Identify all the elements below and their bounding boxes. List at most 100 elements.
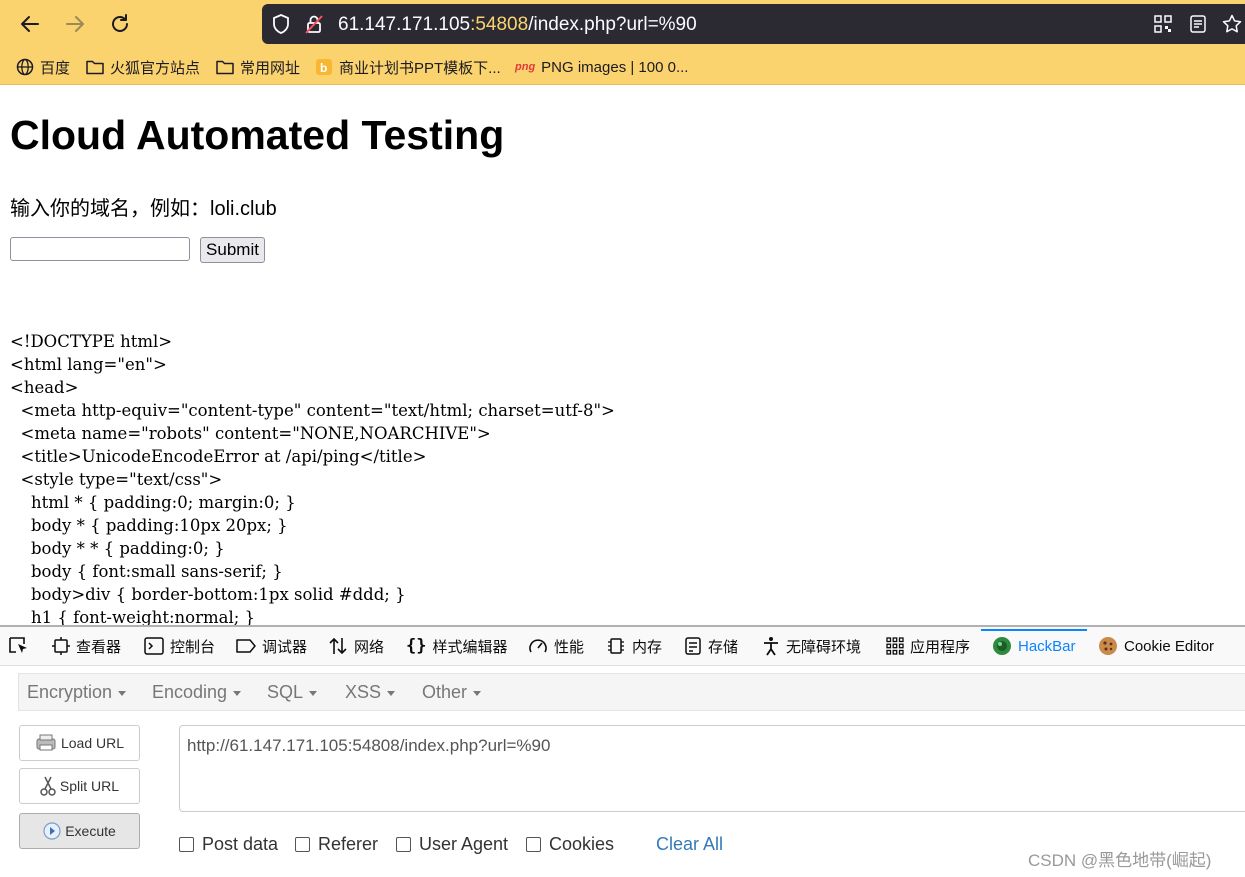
tab-label: 无障碍环境 [786,638,862,656]
code-line: <meta name="robots" content="NONE,NOARCH… [10,424,491,443]
tab-network[interactable]: 网络 [328,627,384,665]
tab-style-editor[interactable]: {} 样式编辑器 [406,627,508,665]
network-arrows-icon [329,637,347,655]
back-button[interactable] [17,11,43,37]
devtools-tab-bar: 查看器 控制台 调试器 网络 {} 样式编辑器 性能 内存 存储 无障碍环境 应… [0,627,1245,666]
tab-performance[interactable]: 性能 [528,627,584,665]
menu-label: Encoding [152,682,228,702]
bookmark-ppt-templates[interactable]: b 商业计划书PPT模板下... [315,56,501,78]
element-picker-button[interactable] [8,627,30,665]
bookmark-label: 火狐官方站点 [110,59,201,77]
code-line: <!DOCTYPE html> [10,332,173,351]
insecure-lock-icon[interactable] [304,14,324,34]
code-line: body { font:small sans-serif; } [10,562,283,581]
reload-button[interactable] [107,11,133,37]
gauge-icon [529,639,547,653]
bookmark-png-images[interactable]: png PNG images | 100 0... [515,56,688,78]
submit-button[interactable]: Submit [200,237,265,263]
button-label: Split URL [59,778,120,794]
console-icon [144,637,164,655]
url-port: :54808 [470,14,529,35]
load-url-icon [36,734,56,751]
hackbar-logo-icon [993,637,1011,655]
menu-sql[interactable]: SQL [267,682,318,703]
tab-storage[interactable]: 存储 [684,627,738,665]
checkbox-label: User Agent [419,834,509,854]
button-label: Execute [65,823,116,839]
braces-icon: {} [406,636,427,656]
browser-toolbar: 61.147.171.105:54808/index.php?url=%90 [0,0,1245,50]
referer-checkbox[interactable]: Referer [295,834,378,855]
domain-input[interactable] [10,237,190,261]
tab-label: 调试器 [262,638,308,656]
user-agent-checkbox[interactable]: User Agent [396,834,508,855]
tab-application[interactable]: 应用程序 [886,627,970,665]
code-line: <meta http-equiv="content-type" content=… [10,401,615,420]
execute-button[interactable]: Execute [19,813,140,849]
checkbox-box[interactable] [396,837,411,852]
tab-debugger[interactable]: 调试器 [236,627,307,665]
tab-console[interactable]: 控制台 [144,627,215,665]
menu-encryption[interactable]: Encryption [27,682,127,703]
cookie-icon [1099,637,1117,655]
error-source-code: <!DOCTYPE html> <html lang="en"> <head> <m… [10,330,615,625]
bookmark-firefox-sites[interactable]: 火狐官方站点 [86,56,200,78]
tab-memory[interactable]: 内存 [606,627,662,665]
code-line: <head> [10,378,79,397]
tab-inspector[interactable]: 查看器 [52,627,121,665]
arrow-right-icon [66,16,84,32]
csdn-watermark: CSDN @黑色地带(崛起) [1028,851,1212,870]
code-line: <title>UnicodeEncodeError at /api/ping</… [10,447,427,466]
checkbox-label: Cookies [549,834,615,854]
tab-label: 查看器 [76,638,122,656]
png-favicon-icon: png [515,61,536,73]
svg-text:b: b [320,61,327,75]
reader-view-icon[interactable] [1188,14,1208,34]
url-host: 61.147.171.105 [338,14,471,35]
tab-hackbar[interactable]: HackBar [992,627,1076,665]
tab-label: 网络 [354,638,385,656]
menu-encoding[interactable]: Encoding [152,682,242,703]
forward-button[interactable] [62,11,88,37]
globe-icon [16,58,34,76]
checkbox-box[interactable] [526,837,541,852]
menu-label: XSS [345,682,382,702]
tab-label: 样式编辑器 [432,638,508,656]
hackbar-url-textarea[interactable]: http://61.147.171.105:54808/index.php?ur… [179,725,1245,812]
checkbox-box[interactable] [295,837,310,852]
url-bar[interactable]: 61.147.171.105:54808/index.php?url=%90 [262,4,1245,44]
code-line: <style type="text/css"> [10,470,223,489]
code-line: h1 { font-weight:normal; } [10,608,256,625]
hackbar-url-value: http://61.147.171.105:54808/index.php?ur… [187,736,551,755]
code-line: body * { padding:10px 20px; } [10,516,288,535]
clear-all-link[interactable]: Clear All [656,834,723,855]
code-line: body * * { padding:0; } [10,539,225,558]
post-data-checkbox[interactable]: Post data [179,834,278,855]
url-text[interactable]: 61.147.171.105:54808/index.php?url=%90 [338,14,697,36]
checkbox-box[interactable] [179,837,194,852]
caret-down-icon [233,690,242,696]
site-favicon-icon: b [316,59,332,75]
caret-down-icon [473,690,482,696]
bookmark-star-icon[interactable] [1222,14,1242,34]
bookmark-label: 商业计划书PPT模板下... [339,59,501,77]
bookmark-label: 百度 [40,59,71,77]
bookmark-label: PNG images | 100 0... [541,58,689,76]
memory-chip-icon [608,638,624,654]
tab-label: 内存 [632,638,663,656]
menu-xss[interactable]: XSS [345,682,396,703]
tab-cookie-editor[interactable]: Cookie Editor [1098,627,1214,665]
checkbox-label: Post data [202,834,279,854]
debugger-icon [236,639,256,653]
checkbox-label: Referer [318,834,379,854]
menu-label: Encryption [27,682,113,702]
menu-other[interactable]: Other [422,682,482,703]
split-url-button[interactable]: Split URL [19,768,140,804]
cookies-checkbox[interactable]: Cookies [526,834,614,855]
bookmark-common-sites[interactable]: 常用网址 [216,56,300,78]
shield-icon[interactable] [271,14,291,34]
tab-accessibility[interactable]: 无障碍环境 [762,627,861,665]
qr-code-icon[interactable] [1153,14,1173,34]
bookmark-baidu[interactable]: 百度 [16,56,70,78]
load-url-button[interactable]: Load URL [19,725,140,761]
